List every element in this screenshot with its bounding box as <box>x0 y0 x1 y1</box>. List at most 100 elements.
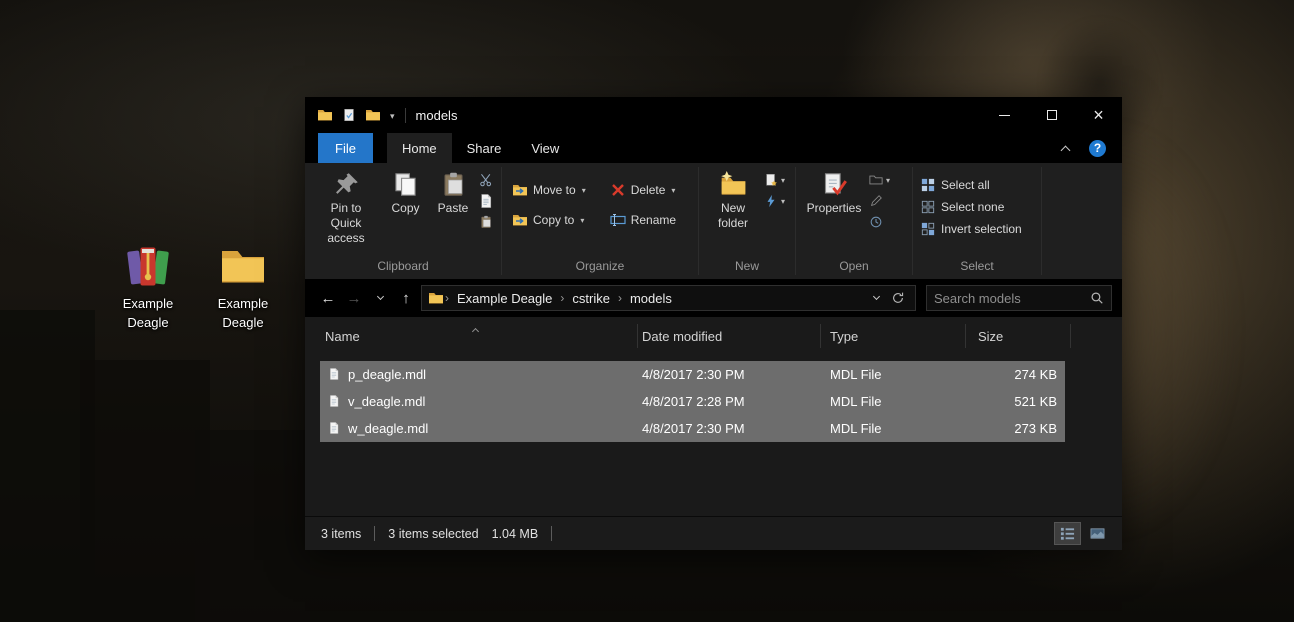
details-view-icon <box>1060 526 1075 541</box>
chevron-down-icon <box>376 292 384 301</box>
file-row[interactable]: v_deagle.mdl 4/8/2017 2:28 PM MDL File 5… <box>320 388 1065 415</box>
new-item-button[interactable]: ▾ <box>764 173 785 187</box>
tab-view[interactable]: View <box>516 133 574 163</box>
file-type-cell: MDL File <box>830 367 882 382</box>
title-bar: ▾ models × <box>305 97 1122 133</box>
tab-home[interactable]: Home <box>386 133 452 163</box>
history-icon <box>869 215 883 229</box>
breadcrumb-item[interactable]: models <box>623 291 679 306</box>
ribbon-group-clipboard: Pin to Quick access Copy Paste Clipboard <box>305 163 501 279</box>
file-type-cell: MDL File <box>830 394 882 409</box>
breadcrumb-item[interactable]: Example Deagle <box>450 291 559 306</box>
column-divider[interactable] <box>637 324 638 348</box>
edit-button[interactable] <box>869 194 890 208</box>
properties-button[interactable]: Properties <box>801 168 867 256</box>
new-folder-icon <box>720 171 747 198</box>
address-dropdown-icon[interactable] <box>872 292 881 301</box>
desktop-icon-label: Example Deagle <box>122 296 174 330</box>
file-icon <box>328 393 340 409</box>
column-divider[interactable] <box>965 324 966 348</box>
cut-icon[interactable] <box>479 173 493 187</box>
recent-locations-button[interactable] <box>367 285 393 311</box>
select-none-button[interactable]: Select none <box>918 199 1025 215</box>
copy-to-button[interactable]: Copy to ▾ <box>507 210 591 230</box>
desktop-icon-winrar-archive[interactable]: Example Deagle <box>104 242 192 333</box>
paste-shortcut-icon[interactable] <box>479 215 493 229</box>
chevron-down-icon: ▾ <box>671 185 676 195</box>
rename-button[interactable]: Rename <box>605 210 681 230</box>
location-folder-icon <box>428 290 444 306</box>
paste-label: Paste <box>437 201 469 215</box>
winrar-archive-icon <box>124 242 172 290</box>
copy-label: Copy <box>391 201 420 215</box>
folder-icon <box>219 242 267 290</box>
pin-icon <box>333 171 360 198</box>
qat-new-folder-icon[interactable] <box>365 107 381 123</box>
thumbnails-view-button[interactable] <box>1085 523 1110 544</box>
move-to-label: Move to <box>533 183 576 197</box>
invert-selection-label: Invert selection <box>941 222 1022 236</box>
close-icon: × <box>1093 105 1104 125</box>
pin-to-quick-access-button[interactable]: Pin to Quick access <box>310 168 382 256</box>
back-button[interactable]: ← <box>315 285 341 311</box>
easy-access-button[interactable]: ▾ <box>764 194 785 208</box>
copy-button[interactable]: Copy <box>382 168 429 256</box>
collapse-ribbon-icon[interactable] <box>1060 145 1071 155</box>
new-folder-button[interactable]: New folder <box>704 168 762 256</box>
column-divider[interactable] <box>820 324 821 348</box>
column-header-type[interactable]: Type <box>830 329 858 344</box>
new-folder-label: New folder <box>717 201 749 230</box>
file-row[interactable]: p_deagle.mdl 4/8/2017 2:30 PM MDL File 2… <box>320 361 1065 388</box>
invert-selection-button[interactable]: Invert selection <box>918 221 1025 237</box>
desktop-icon-folder[interactable]: Example Deagle <box>199 242 287 333</box>
details-view-button[interactable] <box>1054 522 1081 545</box>
properties-label: Properties <box>806 201 862 215</box>
file-row[interactable]: w_deagle.mdl 4/8/2017 2:30 PM MDL File 2… <box>320 415 1065 442</box>
column-divider[interactable] <box>1070 324 1071 348</box>
ribbon-divider <box>1041 167 1042 275</box>
titlebar-divider <box>404 107 406 123</box>
delete-button[interactable]: Delete ▾ <box>605 180 681 200</box>
selection-size: 1.04 MB <box>491 526 539 541</box>
search-icon[interactable] <box>1090 291 1104 305</box>
qat-properties-icon[interactable] <box>342 108 356 122</box>
breadcrumb-item[interactable]: cstrike <box>565 291 617 306</box>
history-button[interactable] <box>869 215 890 229</box>
address-bar[interactable]: › Example Deagle › cstrike › models <box>421 285 916 311</box>
move-to-button[interactable]: Move to ▾ <box>507 180 591 200</box>
tab-label: Share <box>466 140 502 156</box>
explorer-folder-icon[interactable] <box>317 107 333 123</box>
up-button[interactable]: ↑ <box>393 285 419 311</box>
forward-button[interactable]: → <box>341 285 367 311</box>
refresh-icon[interactable] <box>891 291 905 305</box>
open-group-label: Open <box>839 259 869 273</box>
new-small-buttons: ▾ ▾ <box>762 168 787 256</box>
file-name-cell: w_deagle.mdl <box>348 421 429 436</box>
tab-label: Home <box>401 140 437 156</box>
copy-path-icon[interactable] <box>479 194 493 208</box>
minimize-button[interactable] <box>981 97 1028 133</box>
search-input[interactable] <box>934 290 1090 306</box>
chevron-down-icon: ▾ <box>581 185 586 195</box>
ribbon-tab-bar: File Home Share View ? <box>305 133 1122 163</box>
column-header-name[interactable]: Name <box>325 329 360 344</box>
qat-customize-caret-icon[interactable]: ▾ <box>390 111 395 122</box>
file-name-cell: v_deagle.mdl <box>348 394 426 409</box>
close-button[interactable]: × <box>1075 97 1122 133</box>
maximize-button[interactable] <box>1028 97 1075 133</box>
paste-button[interactable]: Paste <box>429 168 477 256</box>
select-all-button[interactable]: Select all <box>918 177 1025 193</box>
tab-share[interactable]: Share <box>452 133 517 163</box>
help-icon[interactable]: ? <box>1089 139 1106 157</box>
tab-file[interactable]: File <box>318 133 373 163</box>
move-to-icon <box>512 182 528 198</box>
column-header-size[interactable]: Size <box>978 329 1003 344</box>
select-all-icon <box>921 178 935 192</box>
search-box[interactable] <box>926 285 1112 311</box>
column-header-date-modified[interactable]: Date modified <box>642 329 722 344</box>
chevron-down-icon: ▾ <box>781 175 786 185</box>
select-col: Select all Select none Invert selection <box>918 168 1025 256</box>
open-button[interactable]: ▾ <box>869 173 890 187</box>
delete-icon <box>610 182 626 198</box>
chevron-down-icon: ▾ <box>781 196 786 206</box>
